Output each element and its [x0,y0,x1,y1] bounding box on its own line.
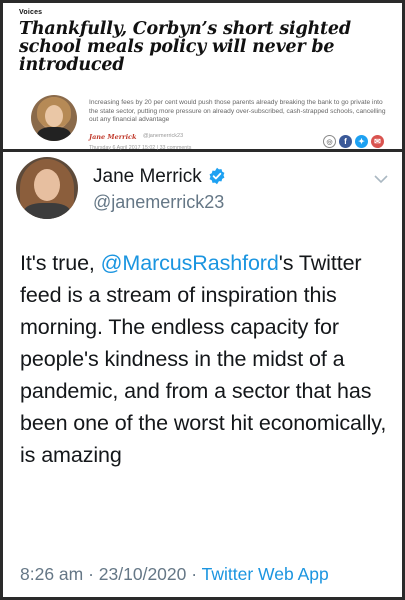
tweet-text-rest: 's Twitter feed is a stream of inspirati… [20,251,387,467]
tweet-timestamp[interactable]: 8:26 am · 23/10/2020 · [20,564,202,584]
share-bar: ◎ f ✦ ✉ [323,135,384,148]
section-tag[interactable]: Voices [19,9,386,16]
twitter-icon[interactable]: ✦ [355,135,368,148]
user-handle[interactable]: @janemerrick23 [93,192,224,213]
article-standfirst: Increasing fees by 20 per cent would pus… [89,99,386,124]
email-icon[interactable]: ✉ [371,135,384,148]
author-name[interactable]: Jane Merrick [89,133,137,141]
tweet-footer: 8:26 am · 23/10/2020 · Twitter Web App [20,564,329,585]
mention-link[interactable]: @MarcusRashford [101,251,279,275]
author-handle[interactable]: @janemerrick23 [143,133,183,139]
article-meta: Thursday 6 April 2017 15:02 | 33 comment… [89,145,192,151]
author-photo [31,95,77,141]
article-headline[interactable]: Thankfully, Corbyn’s short sighted schoo… [19,20,386,74]
tweet-text-start: It's true, [20,251,101,275]
comment-icon[interactable]: ◎ [323,135,336,148]
chevron-down-icon[interactable] [374,174,388,184]
tweet-text: It's true, @MarcusRashford's Twitter fee… [20,247,390,471]
display-name[interactable]: Jane Merrick [93,166,202,188]
byline: Increasing fees by 20 per cent would pus… [31,95,388,151]
tweet-card: Jane Merrick @janemerrick23 It's true, @… [3,152,402,597]
verified-badge-icon [209,167,225,185]
avatar[interactable] [16,157,78,219]
tweet-source-link[interactable]: Twitter Web App [202,564,329,584]
article-card: Voices Thankfully, Corbyn’s short sighte… [3,3,402,151]
facebook-icon[interactable]: f [339,135,352,148]
